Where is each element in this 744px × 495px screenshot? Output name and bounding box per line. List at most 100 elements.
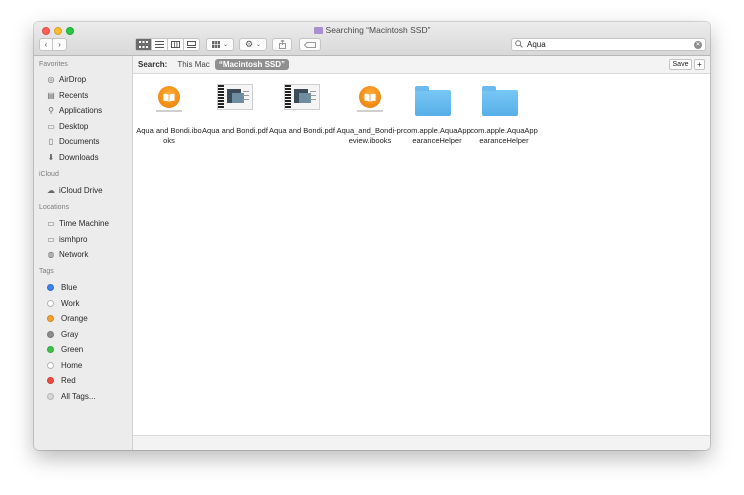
smart-folder-icon [313, 27, 323, 34]
sidebar-item-label: Downloads [59, 153, 99, 162]
add-criteria-button[interactable]: + [694, 59, 705, 70]
ibooks-icon [359, 86, 381, 108]
ibooks-icon [158, 86, 180, 108]
sidebar-item-all-tags[interactable]: All Tags... [45, 390, 96, 403]
sidebar-item-downloads[interactable]: ⬇ Downloads [45, 151, 99, 164]
icon-shelf [357, 110, 383, 112]
sidebar-item-desktop[interactable]: ▭ Desktop [45, 120, 88, 133]
binding-icon [285, 85, 291, 109]
text-line [243, 95, 249, 96]
sidebar-item-icloud-drive[interactable]: ☁ iCloud Drive [45, 184, 103, 197]
search-icon [515, 39, 527, 50]
tag-icon [304, 41, 316, 48]
folder-tab [415, 86, 429, 91]
file-name: Aqua and Bondi.pdf [269, 126, 335, 135]
file-browser: Search: This Mac “Macintosh SSD” Save + … [133, 56, 710, 450]
scope-this-mac-button[interactable]: This Mac [177, 60, 209, 69]
sidebar-item-label: iCloud Drive [59, 186, 103, 195]
icon-shelf [156, 110, 182, 112]
sidebar-item-network[interactable]: ◍ Network [45, 248, 89, 261]
sidebar-item-label: Red [61, 376, 76, 385]
folder-icon [482, 86, 518, 116]
sidebar: Favorites ◎ AirDrop ▤ Recents ⚲ Application… [34, 56, 133, 450]
sidebar-item-label: Green [61, 345, 84, 354]
sidebar-header-favorites: Favorites [39, 61, 68, 68]
tag-dot-icon [47, 300, 54, 307]
gallery-view-button[interactable] [184, 39, 199, 50]
share-icon [278, 40, 286, 49]
pdf-icon [217, 84, 253, 110]
text-line [310, 99, 316, 100]
sidebar-item-documents[interactable]: ▯ Documents [45, 135, 100, 148]
sidebar-item-time-machine[interactable]: ▭ Time Machine [45, 217, 109, 230]
sidebar-item-recents[interactable]: ▤ Recents [45, 89, 88, 102]
sidebar-item-tag-gray[interactable]: Gray [45, 328, 78, 341]
file-name: Aqua and Bondi.pdf [202, 126, 268, 135]
gear-icon: ⚙ [244, 39, 254, 49]
back-button[interactable]: ‹ [39, 38, 53, 51]
downloads-icon: ⬇ [47, 153, 55, 162]
share-button[interactable] [272, 38, 292, 51]
recents-icon: ▤ [47, 91, 55, 100]
save-search-button[interactable]: Save [669, 59, 692, 70]
scope-label: Search: [138, 60, 168, 69]
network-icon: ◍ [47, 250, 55, 259]
sidebar-item-tag-blue[interactable]: Blue [45, 281, 77, 294]
applications-icon: ⚲ [48, 106, 54, 115]
sidebar-item-ismhpro[interactable]: ▭ ismhpro [45, 233, 87, 246]
folder-tab [482, 86, 496, 91]
tag-dot-icon [47, 346, 54, 353]
sidebar-item-label: Work [61, 299, 80, 308]
columns-icon [171, 41, 180, 48]
pdf-icon [284, 84, 320, 110]
text-line [310, 91, 316, 92]
text-line [243, 99, 249, 100]
tag-dot-icon [47, 284, 54, 291]
sidebar-item-tag-green[interactable]: Green [45, 343, 83, 356]
sidebar-item-label: Time Machine [59, 219, 109, 228]
sidebar-item-tag-work[interactable]: Work [45, 297, 80, 310]
sidebar-item-label: Gray [61, 330, 79, 339]
cloud-icon: ☁ [47, 186, 55, 195]
tag-dot-icon [47, 393, 54, 400]
forward-arrow-icon: › [58, 40, 61, 49]
sidebar-item-label: Home [61, 361, 83, 370]
tag-dot-icon [47, 362, 54, 369]
sidebar-item-tag-orange[interactable]: Orange [45, 312, 88, 325]
search-field[interactable]: Aqua ✕ [511, 38, 706, 51]
titlebar: Searching “Macintosh SSD” ‹ › ⌄ ⚙ ⌄ Aqua… [34, 22, 710, 56]
clear-search-icon[interactable]: ✕ [694, 40, 702, 49]
folder-icon [415, 86, 451, 116]
tag-dot-icon [47, 377, 54, 384]
file-name: com.apple.AquaAppearanceHelper [470, 126, 538, 145]
sidebar-item-label: Orange [61, 314, 88, 323]
sidebar-item-label: Desktop [59, 122, 89, 131]
sidebar-item-label: AirDrop [59, 75, 87, 84]
icon-view-button[interactable] [136, 39, 152, 50]
list-view-button[interactable] [152, 39, 168, 50]
status-bar [133, 435, 710, 450]
sidebar-item-label: Blue [61, 283, 78, 292]
forward-button[interactable]: › [53, 38, 67, 51]
sidebar-header-icloud: iCloud [39, 171, 59, 178]
airdrop-icon: ◎ [47, 75, 55, 84]
computer-icon: ▭ [47, 235, 55, 244]
back-arrow-icon: ‹ [44, 40, 48, 49]
list-icon [155, 41, 164, 48]
sidebar-item-applications[interactable]: ⚲ Applications [45, 104, 102, 117]
action-menu-button[interactable]: ⚙ ⌄ [239, 38, 267, 51]
window-title: Searching “Macintosh SSD” [34, 25, 710, 35]
sidebar-item-airdrop[interactable]: ◎ AirDrop [45, 73, 87, 86]
search-input[interactable]: Aqua [527, 40, 694, 49]
desktop-icon: ▭ [47, 122, 55, 131]
sidebar-item-label: Network [59, 250, 89, 259]
sidebar-item-tag-red[interactable]: Red [45, 374, 76, 387]
column-view-button[interactable] [168, 39, 184, 50]
group-by-button[interactable]: ⌄ [206, 38, 234, 51]
sidebar-item-tag-home[interactable]: Home [45, 359, 82, 372]
tag-button[interactable] [299, 38, 321, 51]
disk-icon: ▭ [47, 219, 55, 228]
documents-icon: ▯ [48, 137, 54, 146]
scope-macintosh-ssd-button[interactable]: “Macintosh SSD” [214, 59, 290, 70]
sidebar-header-tags: Tags [39, 268, 54, 275]
